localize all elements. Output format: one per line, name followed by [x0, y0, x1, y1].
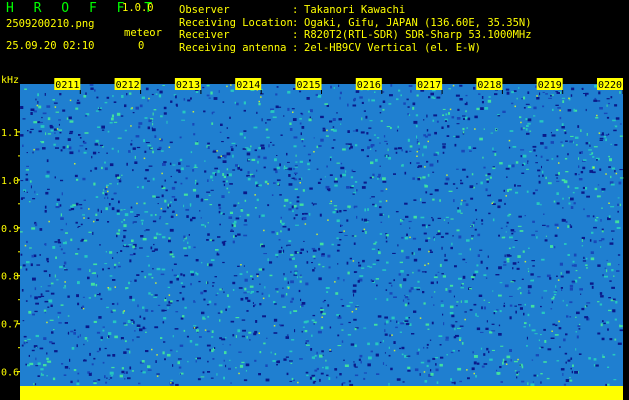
spectrogram-noise — [20, 84, 624, 400]
app-version: 1.0.0 — [122, 2, 154, 14]
minute-label: 0213 — [176, 80, 200, 91]
frequency-axis: 1.1 1.0 0.9 0.8 0.7 0.6 — [1, 128, 20, 379]
station-info: Observer: Takanori Kawachi Receiving Loc… — [179, 4, 532, 54]
y-tick-label: 0.6 — [1, 368, 19, 379]
minute-label: 0212 — [116, 80, 140, 91]
minute-label: 0214 — [236, 80, 260, 91]
carrier-band — [20, 386, 623, 400]
y-tick-label: 0.8 — [1, 272, 19, 283]
station-value: 2el-HB9CV Vertical (el. E-W) — [304, 41, 482, 54]
station-value: R820T2(RTL-SDR) SDR-Sharp 53.1000MHz — [304, 29, 532, 41]
y-tick-label: 0.9 — [1, 224, 19, 235]
minute-label: 0218 — [477, 80, 501, 91]
spectrogram: kHz 0211 0212 0213 0214 0215 0216 0217 0218 0219… — [1, 75, 624, 400]
minute-label: 0219 — [538, 80, 562, 91]
station-row-receiver: Receiver: R820T2(RTL-SDR) SDR-Sharp 53.1… — [179, 29, 532, 41]
minute-label: 0211 — [55, 80, 79, 91]
minute-label: 0217 — [417, 80, 441, 91]
image-filename: 2509200210.png — [6, 18, 95, 30]
station-row-location: Receiving Location: Ogaki, Gifu, JAPAN (… — [179, 16, 532, 29]
minute-label: 0220 — [598, 80, 622, 91]
station-key: Receiving antenna — [179, 41, 287, 54]
station-row-observer: Observer: Takanori Kawachi — [179, 4, 406, 16]
station-key: Receiver — [179, 29, 230, 41]
station-key: Observer — [179, 4, 230, 16]
minute-label: 0216 — [357, 80, 381, 91]
y-unit-label: kHz — [1, 75, 19, 86]
station-value: Ogaki, Gifu, JAPAN (136.60E, 35.35N) — [304, 16, 532, 29]
meteor-label: meteor — [124, 27, 162, 39]
y-tick-label: 1.0 — [1, 176, 19, 187]
meteor-count: 0 — [138, 40, 145, 52]
station-key: Receiving Location — [179, 16, 293, 29]
minute-label: 0215 — [297, 80, 321, 91]
y-tick-label: 0.7 — [1, 320, 19, 331]
y-tick-label: 1.1 — [1, 128, 19, 139]
station-row-antenna: Receiving antenna: 2el-HB9CV Vertical (e… — [179, 41, 482, 54]
station-value: Takanori Kawachi — [304, 4, 406, 16]
capture-datetime: 25.09.20 02:10 — [6, 40, 95, 52]
